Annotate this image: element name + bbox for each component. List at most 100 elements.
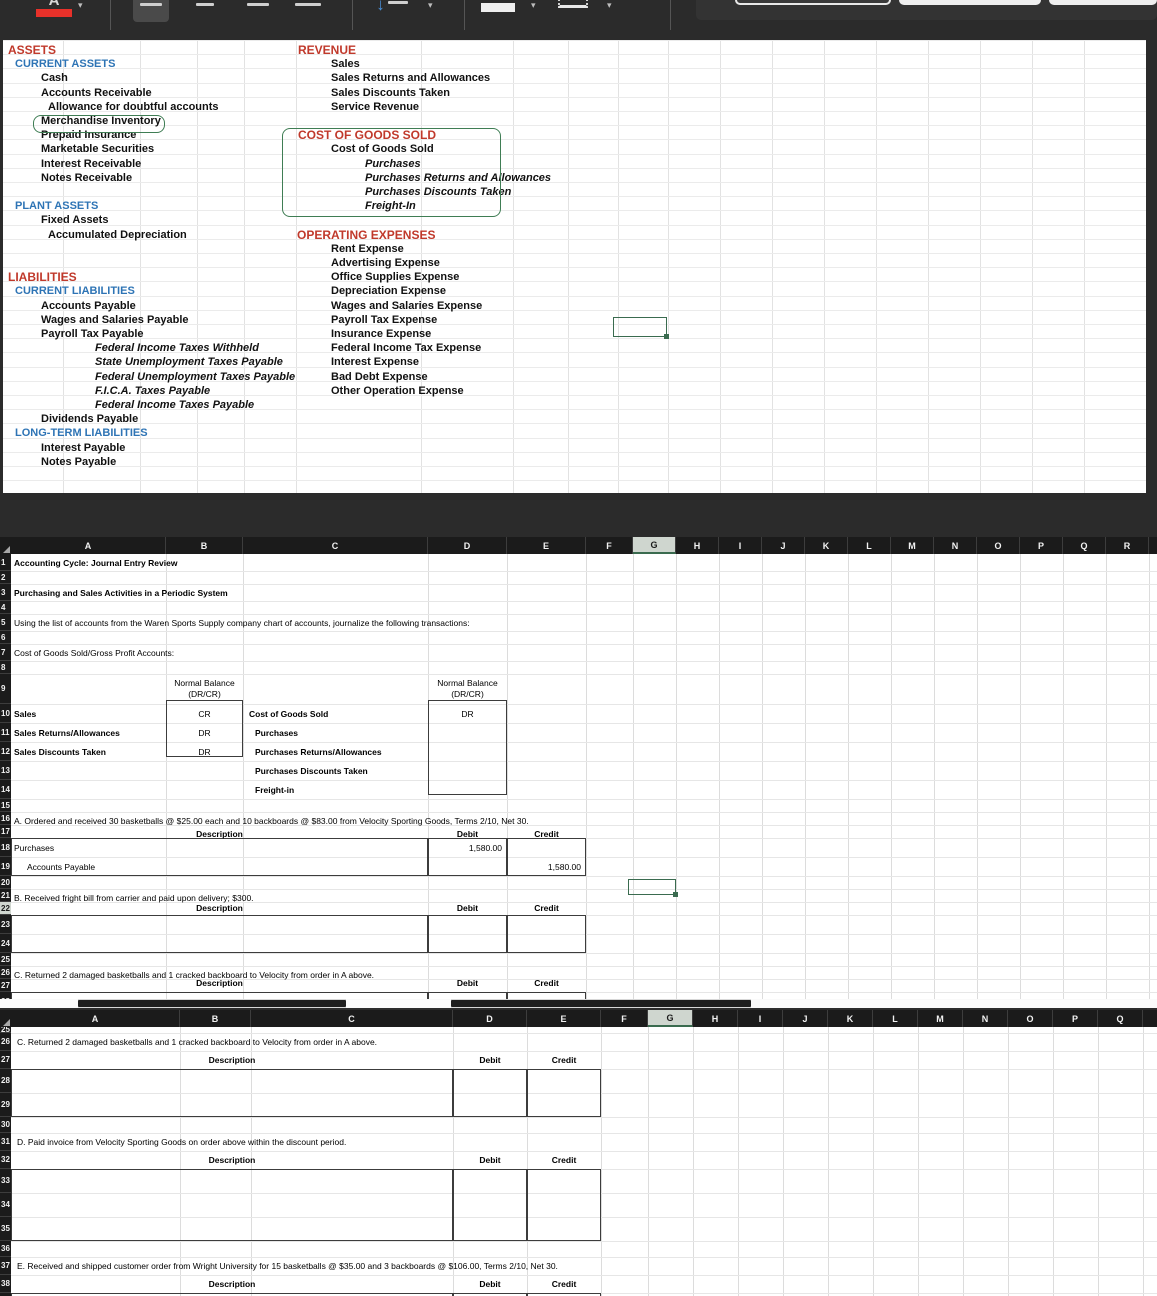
fill-handle[interactable] xyxy=(664,334,669,339)
row-header-26[interactable]: 26 xyxy=(0,966,11,979)
column-header-O[interactable]: O xyxy=(1008,1010,1053,1027)
wrap-text-caret-icon[interactable]: ▾ xyxy=(428,0,433,11)
scrollbar-thumb-2[interactable] xyxy=(451,1000,751,1007)
column-header-J[interactable]: J xyxy=(762,537,805,554)
journal-c-credit-box[interactable] xyxy=(507,992,586,999)
row-header-2[interactable]: 2 xyxy=(0,571,11,584)
row-header-28[interactable]: 28 xyxy=(0,1069,11,1093)
select-all-corner-icon[interactable] xyxy=(0,1010,11,1027)
column-header-R[interactable]: R xyxy=(1106,537,1149,554)
column-header-K[interactable]: K xyxy=(828,1010,873,1027)
row-header-14[interactable]: 14 xyxy=(0,780,11,799)
column-header-C[interactable]: C xyxy=(251,1010,453,1027)
column-header-G[interactable]: G xyxy=(648,1010,693,1027)
wrap-text-button[interactable]: ↓ xyxy=(370,0,414,20)
cell-style-good[interactable] xyxy=(1049,0,1157,5)
row-header-38[interactable]: 38 xyxy=(0,1275,11,1293)
row-header-15[interactable]: 15 xyxy=(0,799,11,812)
row-header-33[interactable]: 33 xyxy=(0,1169,11,1193)
row-header-27[interactable]: 27 xyxy=(0,1051,11,1069)
column-header-B[interactable]: B xyxy=(166,537,243,554)
column-header-A[interactable]: A xyxy=(11,537,166,554)
column-header-A[interactable]: A xyxy=(11,1010,180,1027)
journal-c-debit-box[interactable] xyxy=(428,992,507,999)
journal-d-credit-box[interactable] xyxy=(527,1169,601,1241)
pane-top-active-cell[interactable] xyxy=(628,879,678,897)
row-header-11[interactable]: 11 xyxy=(0,723,11,742)
journal-b-credit-box[interactable] xyxy=(507,915,586,953)
column-header-D[interactable]: D xyxy=(428,537,507,554)
column-header-P[interactable]: P xyxy=(1053,1010,1098,1027)
align-justify-button[interactable] xyxy=(290,0,326,22)
row-header-4[interactable]: 4 xyxy=(0,601,11,614)
row-header-28[interactable]: 28 xyxy=(0,992,11,999)
row-header-31[interactable]: 31 xyxy=(0,1133,11,1151)
column-header-I[interactable]: I xyxy=(719,537,762,554)
row-header-10[interactable]: 10 xyxy=(0,704,11,723)
row-header-36[interactable]: 36 xyxy=(0,1241,11,1257)
column-header-H[interactable]: H xyxy=(693,1010,738,1027)
row-header-32[interactable]: 32 xyxy=(0,1151,11,1169)
column-header-F[interactable]: F xyxy=(601,1010,648,1027)
cell-style-bad[interactable] xyxy=(899,0,1041,5)
align-left-button[interactable] xyxy=(133,0,169,22)
fill-color-caret-icon[interactable]: ▾ xyxy=(531,0,536,11)
row-header-34[interactable]: 34 xyxy=(0,1193,11,1217)
coa-selected-cell[interactable] xyxy=(613,317,669,339)
column-header-Q[interactable]: Q xyxy=(1063,537,1106,554)
font-color-caret-icon[interactable]: ▾ xyxy=(78,0,83,11)
worksheet-pane-bottom[interactable]: A B C D E F G H I J K L M N O P Q 25 26 27 28 29 30 31 32 33 34 35 3… xyxy=(0,1010,1157,1296)
row-header-37[interactable]: 37 xyxy=(0,1257,11,1275)
row-header-18[interactable]: 18 xyxy=(0,838,11,857)
row-header-24[interactable]: 24 xyxy=(0,934,11,953)
column-header-I[interactable]: I xyxy=(738,1010,783,1027)
column-header-E[interactable]: E xyxy=(527,1010,601,1027)
row-header-5[interactable]: 5 xyxy=(0,614,11,631)
font-color-button[interactable]: A xyxy=(36,0,72,20)
row-header-21[interactable]: 21 xyxy=(0,889,11,902)
scrollbar-track[interactable] xyxy=(0,999,78,1008)
row-header-22[interactable]: 22 xyxy=(0,902,11,915)
journal-c2-debit-box[interactable] xyxy=(453,1069,527,1117)
borders-button[interactable] xyxy=(558,0,588,8)
borders-caret-icon[interactable]: ▾ xyxy=(607,0,612,11)
row-header-13[interactable]: 13 xyxy=(0,761,11,780)
row-header-17[interactable]: 17 xyxy=(0,825,11,838)
column-header-M[interactable]: M xyxy=(918,1010,963,1027)
scrollbar-thumb[interactable] xyxy=(78,1000,346,1007)
column-header-Q[interactable]: Q xyxy=(1098,1010,1143,1027)
row-header-29[interactable]: 29 xyxy=(0,1093,11,1117)
column-header-J[interactable]: J xyxy=(783,1010,828,1027)
column-header-N[interactable]: N xyxy=(963,1010,1008,1027)
row-header-1[interactable]: 1 xyxy=(0,554,11,571)
row-header-3[interactable]: 3 xyxy=(0,584,11,601)
row-header-9[interactable]: 9 xyxy=(0,674,11,704)
row-header-25[interactable]: 25 xyxy=(0,953,11,966)
column-header-M[interactable]: M xyxy=(891,537,934,554)
fill-color-button[interactable]: ▼ xyxy=(478,0,518,12)
chart-of-accounts-pane[interactable]: ASSETS CURRENT ASSETS Cash Accounts Receiva… xyxy=(3,40,1146,493)
row-header-19[interactable]: 19 xyxy=(0,857,11,876)
horizontal-scrollbar[interactable] xyxy=(0,999,1157,1008)
journal-c2-credit-box[interactable] xyxy=(527,1069,601,1117)
column-header-P[interactable]: P xyxy=(1020,537,1063,554)
column-header-G[interactable]: G xyxy=(633,537,676,554)
row-header-35[interactable]: 35 xyxy=(0,1217,11,1241)
select-all-corner-icon[interactable] xyxy=(0,537,11,554)
pane-top-column-headers[interactable]: ABCDEFGHIJKLMNOPQR xyxy=(0,537,1157,554)
column-header-N[interactable]: N xyxy=(934,537,977,554)
journal-c-desc-box[interactable] xyxy=(11,992,428,999)
cell-style-normal[interactable] xyxy=(735,0,891,5)
column-header-B[interactable]: B xyxy=(180,1010,251,1027)
row-header-30[interactable]: 30 xyxy=(0,1117,11,1133)
align-right-button[interactable] xyxy=(240,0,276,22)
journal-b-debit-box[interactable] xyxy=(428,915,507,953)
row-header-6[interactable]: 6 xyxy=(0,631,11,644)
worksheet-pane-top[interactable]: A B C D E F G H I J K L M N O P Q R 1 2 3 4 5 6 7 8 9 10 11 12 13 14 15 1… xyxy=(0,537,1157,999)
journal-d-debit-box[interactable] xyxy=(453,1169,527,1241)
row-header-26[interactable]: 26 xyxy=(0,1033,11,1051)
journal-c2-desc-box[interactable] xyxy=(11,1069,453,1117)
fill-handle[interactable] xyxy=(673,892,678,897)
row-header-7[interactable]: 7 xyxy=(0,644,11,661)
row-header-8[interactable]: 8 xyxy=(0,661,11,674)
